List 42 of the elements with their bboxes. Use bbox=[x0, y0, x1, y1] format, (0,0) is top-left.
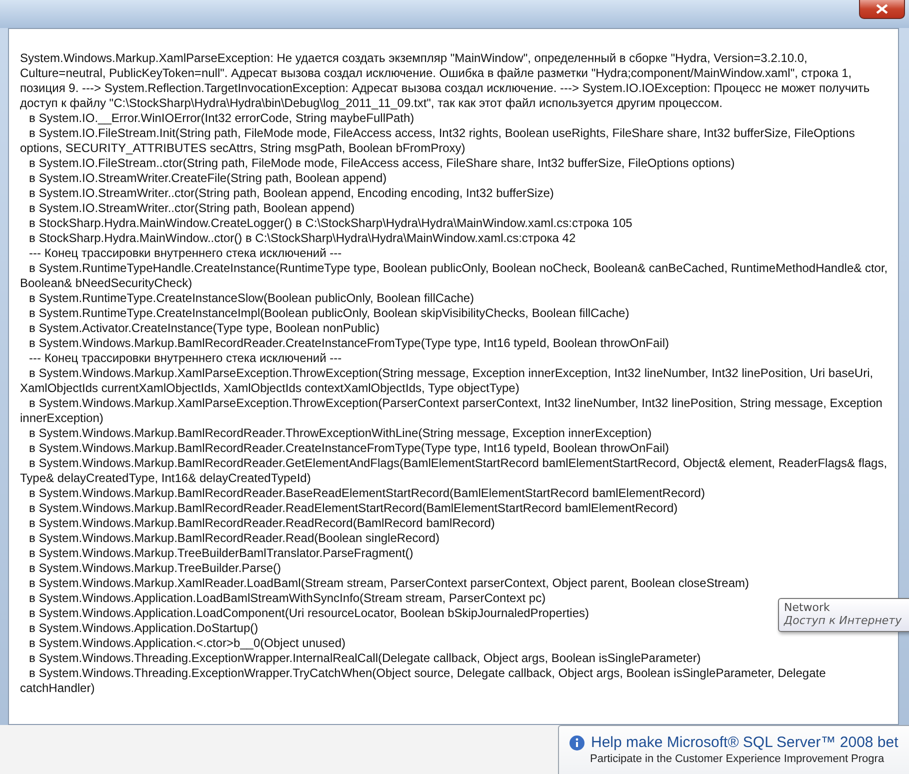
stack-frame: в System.IO.StreamWriter.CreateFile(String path, Boolean append) bbox=[20, 171, 387, 186]
stack-frame: в System.Windows.Application.LoadBamlStreamWithSyncInfo(Stream stream, ParserContext pc) bbox=[20, 591, 546, 606]
close-icon bbox=[876, 4, 888, 14]
stack-frame: в System.Windows.Markup.BamlRecordReader.ThrowExceptionWithLine(String message, Exception innerException) bbox=[20, 426, 652, 441]
stack-frame: в System.RuntimeType.CreateInstanceImpl(Boolean publicOnly, Boolean skipVisibilityChecks, Boolean fillCache) bbox=[20, 306, 630, 321]
stack-frame: в System.Windows.Markup.BamlRecordReader.BaseReadElementStartRecord(BamlElementStartRecord bamlElementRecord) bbox=[20, 486, 705, 501]
stack-frame: в System.Windows.Markup.XamlParseException.ThrowException(String message, Exception innerException, Int32 lineNumber, Int32 linePosition, Uri baseUri, XamlObjectIds currentXamlObjectIds, XamlObjectIds contextXamlObjectIds, Type objectType) bbox=[20, 366, 888, 396]
stack-frame: в StockSharp.Hydra.MainWindow.CreateLogger() в C:\StockSharp\Hydra\Hydra\MainWindow.xaml.cs:строка 105 bbox=[20, 216, 632, 231]
tooltip-title: Network bbox=[784, 601, 831, 614]
stack-frame: в System.Windows.Markup.BamlRecordReader.Read(Boolean singleRecord) bbox=[20, 531, 440, 546]
notification-title: Help make Microsoft® SQL Server™ 2008 bet bbox=[591, 734, 898, 751]
stack-frame: в System.RuntimeType.CreateInstanceSlow(Boolean publicOnly, Boolean fillCache) bbox=[20, 291, 474, 306]
stack-frame: в System.Windows.Markup.BamlRecordReader.ReadRecord(BamlRecord bamlRecord) bbox=[20, 516, 495, 531]
notification-text: Participate in the Customer Experience Improvement Progra bbox=[589, 753, 886, 765]
stack-frame: в System.Windows.Application.<.ctor>b__0(Object unused) bbox=[20, 636, 346, 651]
stack-frame: в System.Windows.Threading.ExceptionWrapper.TryCatchWhen(Object source, Delegate callback, Object args, Boolean isSingleParameter, Delegate catchHandler) bbox=[20, 666, 888, 696]
stack-frame: в System.IO.StreamWriter..ctor(String path, Boolean append) bbox=[20, 201, 355, 216]
stack-frame: в System.Windows.Markup.XamlReader.LoadBaml(Stream stream, ParserContext parserContext, Object parent, Boolean closeStream) bbox=[20, 576, 750, 591]
stack-frame: в System.Activator.CreateInstance(Type type, Boolean nonPublic) bbox=[20, 321, 380, 336]
stack-frame: в System.Windows.Markup.BamlRecordReader.GetElementAndFlags(BamlElementStartRecord bamlElementStartRecord, Object& element, ReaderFlags& flags, Type& delayCreatedType, Int16& delayCreatedTypeId) bbox=[20, 456, 888, 486]
error-message: System.Windows.Markup.XamlParseException: Не удается создать экземпляр "MainWindow", определенный в сборке "Hydra, Version=3.2.10.0, Culture=neutral, PublicKeyToken=null". Адресат вызова создал исключение. Ошибка в файле разметки "Hydra;component/MainWindow.xaml", строка 1, позиция 9. ---> System.Reflection.TargetInvocationException: Адресат вызова создал исключение. ---> System.IO.IOException: Процесс не может получить доступ к файлу "C:\StockSharp\Hydra\Hydra\bin\Debug\log_2011_11_09.txt", так как этот файл используется другим процессом. bbox=[20, 51, 871, 111]
stack-frame: в System.IO.__Error.WinIOError(Int32 errorCode, String maybeFullPath) bbox=[20, 111, 414, 126]
stack-frame: в System.Windows.Markup.BamlRecordReader.ReadElementStartRecord(BamlElementStartRecord bamlElementRecord) bbox=[20, 501, 678, 516]
stack-separator: --- Конец трассировки внутреннего стека исключений --- bbox=[28, 246, 342, 261]
stack-frame: в System.Windows.Markup.BamlRecordReader.CreateInstanceFromType(Type type, Int16 typeId, Boolean throwOnFail) bbox=[20, 441, 669, 456]
stack-frame: в System.IO.StreamWriter..ctor(String path, Boolean append, Encoding encoding, Int32 bufferSize) bbox=[20, 186, 554, 201]
notification-balloon[interactable]: Help make Microsoft® SQL Server™ 2008 bet Participate in the Customer Experience Improvement Progra bbox=[558, 725, 909, 774]
stack-frame: в System.IO.FileStream..ctor(String path, FileMode mode, FileAccess access, FileShare share, Int32 bufferSize, FileOptions options) bbox=[20, 156, 735, 171]
stack-frame: в System.Windows.Markup.XamlParseException.ThrowException(ParserContext parserContext, Int32 lineNumber, Int32 linePosition, String message, Exception innerException) bbox=[20, 396, 888, 426]
stack-frame: в System.RuntimeTypeHandle.CreateInstance(RuntimeType type, Boolean publicOnly, Boolean noCheck, Boolean& canBeCached, RuntimeMethodHandle& ctor, Boolean& bNeedSecurityCheck) bbox=[20, 261, 888, 291]
stack-frame: в System.Windows.Application.LoadComponent(Uri resourceLocator, Boolean bSkipJournaledProperties) bbox=[20, 606, 589, 621]
stack-frame: в System.Windows.Application.DoStartup() bbox=[20, 621, 258, 636]
stack-frame: в StockSharp.Hydra.MainWindow..ctor() в C:\StockSharp\Hydra\Hydra\MainWindow.xaml.cs:строка 42 bbox=[20, 231, 576, 246]
stack-frame: в System.Windows.Threading.ExceptionWrapper.InternalRealCall(Delegate callback, Object args, Boolean isSingleParameter) bbox=[20, 651, 701, 666]
info-icon bbox=[569, 734, 585, 750]
stack-frame: в System.Windows.Markup.TreeBuilder.Parse() bbox=[20, 561, 282, 576]
close-button[interactable] bbox=[859, 0, 905, 19]
stack-frame: в System.Windows.Markup.TreeBuilderBamlTranslator.ParseFragment() bbox=[20, 546, 414, 561]
stack-frame: в System.IO.FileStream.Init(String path, FileMode mode, FileAccess access, Int32 rights, Boolean useRights, FileShare share, Int32 bufferSize, FileOptions options, SECURITY_ATTRIBUTES secAttrs, String msgPath, Boolean bFromProxy) bbox=[20, 126, 888, 156]
stack-separator: --- Конец трассировки внутреннего стека исключений --- bbox=[28, 351, 342, 366]
tooltip-subtitle: Доступ к Интернету bbox=[784, 614, 903, 627]
stack-frame: в System.Windows.Markup.BamlRecordReader.CreateInstanceFromType(Type type, Int16 typeId, Boolean throwOnFail) bbox=[20, 336, 669, 351]
